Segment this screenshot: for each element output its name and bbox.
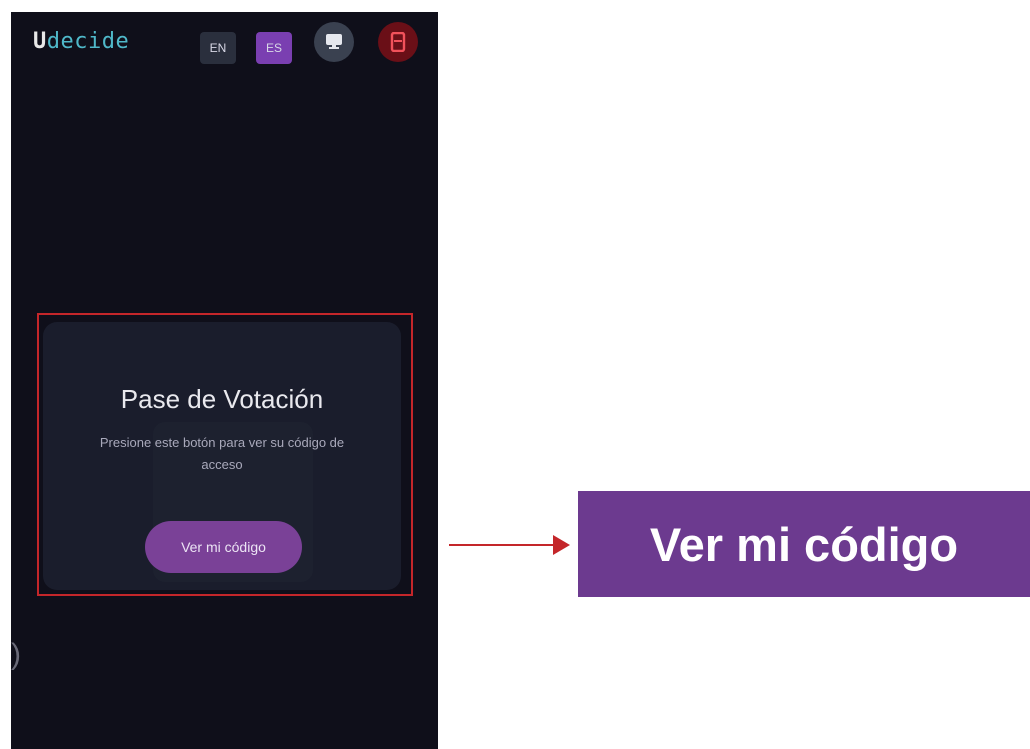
zoomed-button-callout: Ver mi código	[578, 491, 1030, 597]
arrow-right-icon	[449, 535, 570, 555]
brand-initial: U	[33, 29, 47, 54]
language-en-button[interactable]: EN	[200, 32, 236, 64]
tablet-button[interactable]	[378, 22, 418, 62]
tablet-icon	[390, 32, 406, 52]
highlight-frame	[37, 313, 413, 596]
brand-name: decide	[46, 29, 130, 54]
edge-character: )	[11, 638, 21, 671]
language-es-button[interactable]: ES	[256, 32, 292, 64]
brand-logo[interactable]: Udecide	[33, 29, 129, 54]
monitor-icon	[326, 34, 342, 49]
monitor-button[interactable]	[314, 22, 354, 62]
